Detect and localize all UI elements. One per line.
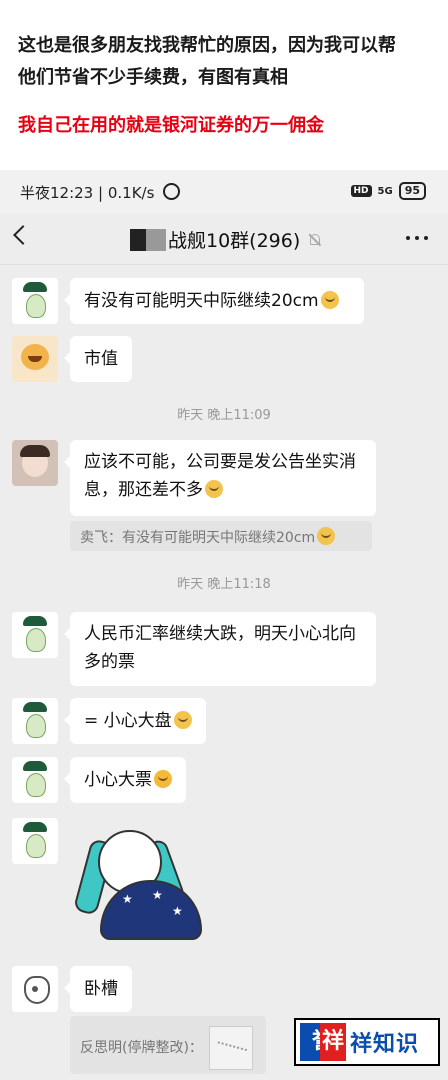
message-row: 应该不可能，公司要是发公告坐实消息，那还差不多 — [12, 440, 376, 516]
message-bubble[interactable]: 卧槽 — [64, 966, 132, 1012]
doge-emoji-icon — [205, 480, 223, 498]
chat-header: 战舰10群(296) — [0, 214, 448, 265]
status-right: HD 5G 95 — [350, 182, 426, 200]
more-options-icon[interactable] — [406, 236, 428, 240]
message-bubble[interactable]: 小心大票 — [64, 757, 186, 803]
message-row: = 小心大盘 — [12, 698, 206, 744]
message-bubble[interactable]: 人民币汇率继续大跌，明天小心北向多的票 — [64, 612, 376, 686]
watermark-logo: 誉 祥 祥知识 — [294, 1018, 440, 1066]
net-speed: 0.1K/s — [107, 184, 155, 202]
message-text: 市值 — [84, 349, 118, 369]
signal-icon: 5G — [377, 185, 393, 197]
caption-panel: 这也是很多朋友找我帮忙的原因，因为我可以帮 他们节省不少手续费，有图有真相 我自… — [0, 0, 448, 170]
message-text: 人民币汇率继续大跌，明天小心北向多的票 — [84, 624, 356, 672]
watermark-text: 祥知识 — [350, 1032, 420, 1057]
quoted-message[interactable]: 卖飞：有没有可能明天中际继续20cm — [70, 521, 372, 551]
avatar[interactable] — [12, 612, 58, 658]
mute-bell-icon — [308, 233, 322, 247]
avatar[interactable] — [12, 818, 58, 864]
message-text: 卧槽 — [84, 979, 118, 999]
message-row: 市值 — [12, 336, 132, 382]
message-row: 有没有可能明天中际继续20cm — [12, 278, 364, 324]
hd-icon: HD — [350, 185, 372, 197]
message-bubble[interactable]: 有没有可能明天中际继续20cm — [64, 278, 364, 324]
avatar[interactable] — [12, 336, 58, 382]
chat-title[interactable]: 战舰10群(296) — [168, 226, 300, 253]
doge-emoji-icon — [320, 291, 339, 309]
message-bubble[interactable]: 应该不可能，公司要是发公告坐实消息，那还差不多 — [64, 440, 376, 516]
doge-emoji-icon — [173, 711, 192, 729]
star-icon: ★ — [122, 892, 133, 906]
message-row: 人民币汇率继续大跌，明天小心北向多的票 — [12, 612, 376, 686]
laugh-cry-emoji-icon — [154, 770, 172, 788]
doge-emoji-icon — [317, 527, 336, 545]
timestamp: 昨天 晚上11:18 — [177, 577, 271, 592]
message-row — [12, 818, 58, 864]
message-row: 小心大票 — [12, 757, 186, 803]
message-bubble[interactable]: = 小心大盘 — [64, 698, 206, 744]
caption-line-2: 他们节省不少手续费，有图有真相 — [18, 67, 288, 88]
avatar[interactable] — [12, 698, 58, 744]
status-time: 半夜12:23 — [20, 184, 94, 202]
brand-logo-icon: 誉 祥 — [300, 1023, 346, 1061]
avatar[interactable] — [12, 278, 58, 324]
caption-line-1: 这也是很多朋友找我帮忙的原因，因为我可以帮 — [18, 35, 396, 56]
chat-title-wrap: 战舰10群(296) — [130, 226, 322, 253]
star-icon: ★ — [172, 904, 183, 918]
star-icon: ★ — [152, 888, 163, 902]
quote-text: 反思明(停牌整改)： — [80, 1040, 203, 1056]
alarm-icon — [163, 183, 181, 200]
quote-text: 卖飞：有没有可能明天中际继续20cm — [80, 530, 316, 546]
avatar[interactable] — [12, 440, 58, 486]
sticker-image[interactable]: ★ ★ ★ — [70, 820, 202, 940]
separator: | — [98, 184, 108, 202]
message-row: 卧槽 — [12, 966, 132, 1012]
chart-thumbnail-icon — [208, 1026, 253, 1070]
message-text: = 小心大盘 — [84, 711, 172, 731]
avatar[interactable] — [12, 757, 58, 803]
message-bubble[interactable]: 市值 — [64, 336, 132, 382]
status-left: 半夜12:23 | 0.1K/s — [20, 182, 181, 203]
message-text: 有没有可能明天中际继续20cm — [84, 291, 319, 311]
status-bar: 半夜12:23 | 0.1K/s HD 5G 95 — [0, 170, 448, 214]
avatar[interactable] — [12, 966, 58, 1012]
caption-line: 这也是很多朋友找我帮忙的原因，因为我可以帮 他们节省不少手续费，有图有真相 — [18, 30, 430, 94]
logo-char-b: 祥 — [320, 1023, 346, 1061]
redacted-block — [130, 228, 166, 251]
timestamp: 昨天 晚上11:09 — [177, 408, 271, 423]
caption-highlight: 我自己在用的就是银河证券的万一佣金 — [18, 115, 324, 136]
back-arrow-icon[interactable] — [13, 225, 33, 245]
battery-icon: 95 — [398, 182, 426, 200]
quoted-message[interactable]: 反思明(停牌整改)： — [70, 1016, 266, 1074]
message-text: 小心大票 — [84, 770, 152, 790]
